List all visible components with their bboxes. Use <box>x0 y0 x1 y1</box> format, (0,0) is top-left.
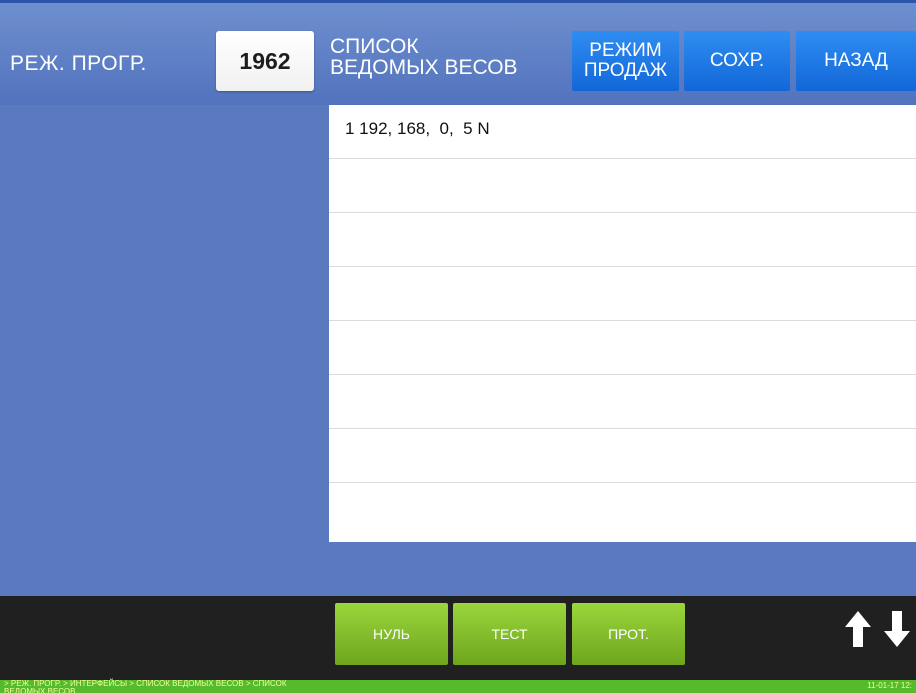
sales-mode-button[interactable]: РЕЖИМ ПРОДАЖ <box>572 31 679 91</box>
back-button[interactable]: НАЗАД <box>796 31 916 91</box>
list-item[interactable] <box>329 429 916 483</box>
screen-title: СПИСОК ВЕДОМЫХ ВЕСОВ <box>330 35 518 79</box>
slave-scales-list: 1 192, 168, 0, 5 N <box>329 105 916 542</box>
program-code-field[interactable]: 1962 <box>216 31 314 91</box>
save-button[interactable]: СОХР. <box>684 31 790 91</box>
status-bar: > РЕЖ. ПРОГР. > ИНТЕРФЕЙСЫ > СПИСОК ВЕДО… <box>0 680 916 693</box>
zero-button[interactable]: НУЛЬ <box>335 603 448 665</box>
breadcrumb: > РЕЖ. ПРОГР. > ИНТЕРФЕЙСЫ > СПИСОК ВЕДО… <box>4 679 287 693</box>
test-button[interactable]: ТЕСТ <box>453 603 566 665</box>
list-item[interactable] <box>329 375 916 429</box>
protocol-button[interactable]: ПРОТ. <box>572 603 685 665</box>
function-toolbar: НУЛЬ ТЕСТ ПРОТ. <box>0 596 916 680</box>
arrow-down-icon[interactable] <box>883 610 911 648</box>
list-item[interactable]: 1 192, 168, 0, 5 N <box>329 105 916 159</box>
clock: 11-01-17 12: <box>867 681 912 690</box>
header-bar: РЕЖ. ПРОГР. 1962 СПИСОК ВЕДОМЫХ ВЕСОВ РЕ… <box>0 0 916 105</box>
list-item[interactable] <box>329 213 916 267</box>
mode-label: РЕЖ. ПРОГР. <box>10 52 147 75</box>
list-item-text: 1 192, 168, 0, 5 N <box>345 119 490 138</box>
content-area: 1 192, 168, 0, 5 N <box>0 105 916 596</box>
list-item[interactable] <box>329 321 916 375</box>
list-item[interactable] <box>329 267 916 321</box>
arrow-up-icon[interactable] <box>844 610 872 648</box>
list-item[interactable] <box>329 483 916 542</box>
scale-program-screen: РЕЖ. ПРОГР. 1962 СПИСОК ВЕДОМЫХ ВЕСОВ РЕ… <box>0 0 916 693</box>
list-item[interactable] <box>329 159 916 213</box>
